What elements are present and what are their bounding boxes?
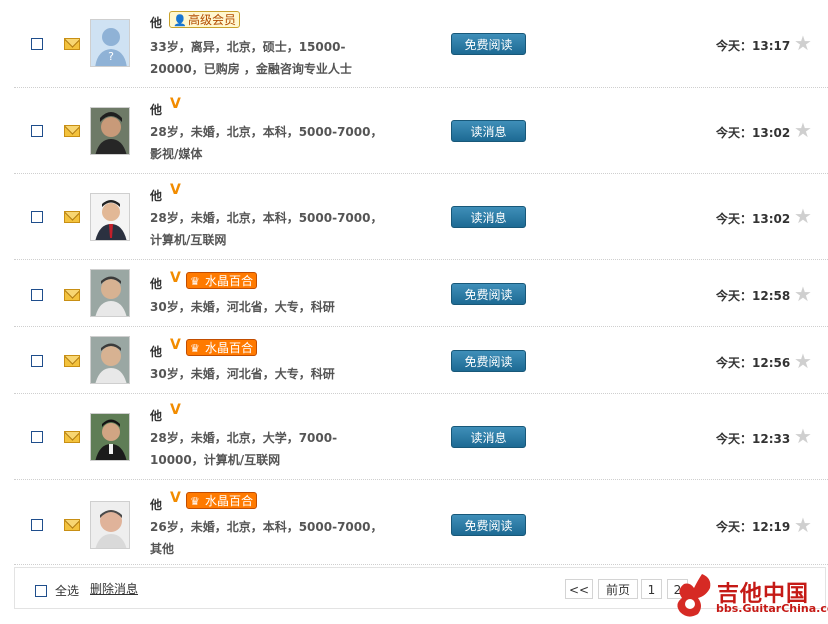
member-badge: 👤 高级会员 <box>169 11 241 28</box>
list-item: 他 V ♛ 水晶百合 30岁，未婚，河北省，大专，科研 免费阅读 今天：12:56… <box>14 326 828 394</box>
member-badge-label: 水晶百合 <box>205 494 254 508</box>
row-checkbox[interactable] <box>31 289 43 301</box>
envelope-icon <box>64 125 80 137</box>
sender-name[interactable]: 他 <box>150 14 162 31</box>
v-badge-icon: V <box>170 402 181 418</box>
star-icon[interactable]: ★ <box>794 351 812 371</box>
profile-summary: 26岁，未婚，北京，本科，5000-7000，其他 <box>150 520 383 556</box>
profile-summary: 30岁，未婚，河北省，大专，科研 <box>150 367 335 381</box>
member-badge: ♛ 水晶百合 <box>186 272 258 289</box>
person-icon: 👤 <box>173 14 187 27</box>
timestamp: 今天：12:58 <box>716 289 791 303</box>
watermark: 吉他中国 bbs.GuitarChina.com <box>672 570 828 620</box>
timestamp: 今天：12:33 <box>716 432 791 446</box>
profile-summary: 28岁，未婚，北京，大学，7000-10000，计算机/互联网 <box>150 431 338 467</box>
read-button[interactable]: 读消息 <box>451 426 526 448</box>
avatar[interactable] <box>90 107 130 155</box>
read-button[interactable]: 读消息 <box>451 206 526 228</box>
profile-summary: 30岁，未婚，河北省，大专，科研 <box>150 300 335 314</box>
avatar[interactable] <box>90 193 130 241</box>
envelope-icon <box>64 431 80 443</box>
list-item: 他 V 28岁，未婚，北京，本科，5000-7000，计算机/互联网 读消息 今… <box>14 173 828 260</box>
sender-name[interactable]: 他 <box>150 187 162 204</box>
envelope-icon <box>64 355 80 367</box>
row-checkbox[interactable] <box>31 355 43 367</box>
row-checkbox[interactable] <box>31 211 43 223</box>
timestamp: 今天：13:17 <box>716 39 791 53</box>
row-checkbox[interactable] <box>31 519 43 531</box>
crown-icon: ♛ <box>190 495 200 508</box>
avatar[interactable] <box>90 336 130 384</box>
prev-page-button[interactable]: 前页 <box>598 579 638 599</box>
delete-messages-link[interactable]: 删除消息 <box>90 580 138 597</box>
avatar[interactable] <box>90 413 130 461</box>
envelope-icon <box>64 211 80 223</box>
sender-name[interactable]: 他 <box>150 496 162 513</box>
star-icon[interactable]: ★ <box>794 426 812 446</box>
avatar[interactable]: ? <box>90 19 130 67</box>
list-item: 他 V 28岁，未婚，北京，大学，7000-10000，计算机/互联网 读消息 … <box>14 393 828 480</box>
envelope-icon <box>64 289 80 301</box>
list-item: 他 V ♛ 水晶百合 30岁，未婚，河北省，大专，科研 免费阅读 今天：12:58… <box>14 259 828 327</box>
row-checkbox[interactable] <box>31 38 43 50</box>
member-badge-label: 水晶百合 <box>205 341 254 355</box>
sender-name[interactable]: 他 <box>150 343 162 360</box>
star-icon[interactable]: ★ <box>794 33 812 53</box>
crown-icon: ♛ <box>190 275 200 288</box>
svg-text:?: ? <box>108 50 114 63</box>
read-button[interactable]: 免费阅读 <box>451 350 526 372</box>
crown-icon: ♛ <box>190 342 200 355</box>
list-item: 他 V 28岁，未婚，北京，本科，5000-7000，影视/媒体 读消息 今天：… <box>14 87 828 174</box>
read-button[interactable]: 免费阅读 <box>451 33 526 55</box>
v-badge-icon: V <box>170 182 181 198</box>
watermark-url: bbs.GuitarChina.com <box>716 602 828 615</box>
member-badge: ♛ 水晶百合 <box>186 339 258 356</box>
v-badge-icon: V <box>170 96 181 112</box>
timestamp: 今天：12:56 <box>716 356 791 370</box>
read-button[interactable]: 免费阅读 <box>451 514 526 536</box>
row-checkbox[interactable] <box>31 125 43 137</box>
list-item: 他 V ♛ 水晶百合 26岁，未婚，北京，本科，5000-7000，其他 免费阅读… <box>14 479 828 565</box>
member-badge: ♛ 水晶百合 <box>186 492 258 509</box>
sender-name[interactable]: 他 <box>150 101 162 118</box>
select-all-checkbox[interactable] <box>35 585 47 597</box>
profile-summary: 28岁，未婚，北京，本科，5000-7000，影视/媒体 <box>150 125 383 161</box>
star-icon[interactable]: ★ <box>794 120 812 140</box>
v-badge-icon: V <box>170 490 181 506</box>
row-checkbox[interactable] <box>31 431 43 443</box>
read-button[interactable]: 读消息 <box>451 120 526 142</box>
star-icon[interactable]: ★ <box>794 515 812 535</box>
envelope-icon <box>64 38 80 50</box>
timestamp: 今天：13:02 <box>716 126 791 140</box>
read-button[interactable]: 免费阅读 <box>451 283 526 305</box>
envelope-icon <box>64 519 80 531</box>
page-1-button[interactable]: 1 <box>641 579 662 599</box>
timestamp: 今天：12:19 <box>716 520 791 534</box>
first-page-button[interactable]: << <box>565 579 593 599</box>
v-badge-icon: V <box>170 270 181 286</box>
guitar-logo-icon <box>677 574 711 617</box>
star-icon[interactable]: ★ <box>794 206 812 226</box>
profile-summary: 33岁，离异，北京，硕士，15000-20000，已购房 ，金融咨询专业人士 <box>150 40 352 76</box>
list-item: ? 他 👤 高级会员 33岁，离异，北京，硕士，15000-20000，已购房 ，… <box>14 0 828 88</box>
member-badge-label: 水晶百合 <box>205 274 254 288</box>
avatar[interactable] <box>90 501 130 549</box>
member-badge-label: 高级会员 <box>188 13 237 27</box>
sender-name[interactable]: 他 <box>150 407 162 424</box>
profile-summary: 28岁，未婚，北京，本科，5000-7000，计算机/互联网 <box>150 211 383 247</box>
v-badge-icon: V <box>170 337 181 353</box>
sender-name[interactable]: 他 <box>150 275 162 292</box>
star-icon[interactable]: ★ <box>794 284 812 304</box>
select-all-label[interactable]: 全选 <box>55 582 79 599</box>
timestamp: 今天：13:02 <box>716 212 791 226</box>
avatar[interactable] <box>90 269 130 317</box>
